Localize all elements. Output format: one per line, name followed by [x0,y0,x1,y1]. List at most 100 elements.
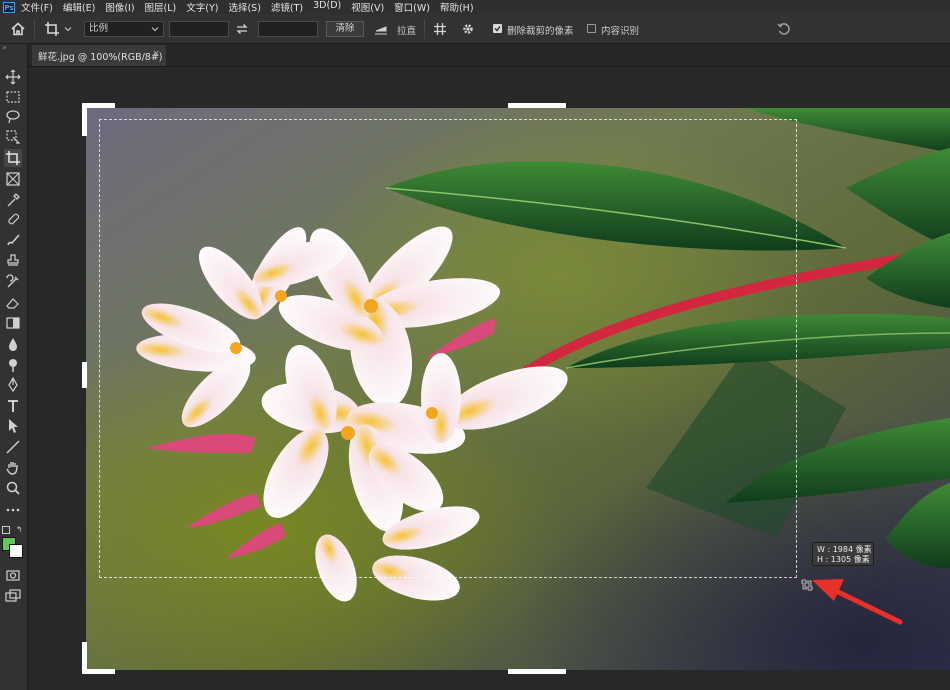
hand-tool[interactable] [4,459,22,477]
type-tool-icon [8,400,18,412]
default-colors-icon[interactable] [2,526,10,534]
quick-mask-button[interactable] [4,566,22,584]
crop-width-readout: W : 1984 像素 [817,545,872,554]
zoom-tool-icon [6,481,20,495]
background-color-swatch[interactable] [9,544,23,558]
swap-colors-icon[interactable]: ↰ [16,525,23,534]
path-select-tool-icon [9,419,18,433]
crop-tool-icon [6,151,20,165]
crop-handle-left-center[interactable] [82,362,87,388]
swap-dimensions-button[interactable] [236,14,248,43]
chevron-down-icon [151,27,159,32]
crop-handle-bottom-center[interactable] [508,669,566,674]
line-tool-icon [6,440,20,454]
crop-height-input[interactable] [258,21,318,37]
menu-item[interactable]: 图层(L) [145,0,177,14]
brush-tool-icon [7,234,20,246]
hand-tool-icon [6,462,18,475]
dodge-tool-icon [9,359,17,372]
crop-handle-top-left-v[interactable] [82,103,87,136]
crop-width-input[interactable] [169,21,229,37]
eraser-tool-icon [6,298,19,309]
crop-tool[interactable] [4,149,22,167]
grid-icon [434,22,446,35]
menu-item[interactable]: 帮助(H) [440,0,474,14]
document-tab-title: 鲜花.jpg @ 100%(RGB/8#) [38,51,163,63]
ratio-select[interactable]: 比例 [84,21,164,37]
content-aware-checkbox[interactable] [587,24,596,33]
lasso-tool-icon [6,110,20,124]
delete-cropped-checkbox[interactable] [493,24,502,33]
collapse-toolbar-icon[interactable]: » [2,43,7,52]
move-tool[interactable] [4,68,22,86]
brush-tool[interactable] [4,231,22,249]
clone-stamp-tool[interactable] [4,252,22,270]
menu-item[interactable]: 编辑(E) [63,0,95,14]
menu-list: 文件(F) 编辑(E) 图像(I) 图层(L) 文字(Y) 选择(S) 滤镜(T) 3D(D)… [21,0,484,14]
eraser-tool[interactable] [4,294,22,312]
pen-tool[interactable] [4,376,22,394]
toolbar: » ↰ [0,43,28,690]
checkmark-icon [494,26,501,32]
lasso-tool[interactable] [4,108,22,126]
home-icon [11,21,25,35]
swap-icon [236,23,248,34]
screen-mode-icon [5,589,21,602]
overlay-options-button[interactable] [433,14,447,43]
frame-tool[interactable] [4,170,22,188]
home-button[interactable] [10,14,26,43]
marquee-tool-icon [6,91,20,103]
marquee-tool[interactable] [4,88,22,106]
clone-stamp-tool-icon [7,254,19,266]
annotation-arrow-icon [812,579,903,625]
history-brush-tool[interactable] [4,273,22,291]
move-tool-icon [5,69,21,85]
eyedropper-tool[interactable] [4,191,22,209]
photoshop-logo: Ps [3,1,15,13]
document-tab[interactable]: 鲜花.jpg @ 100%(RGB/8#) × [32,45,166,66]
straighten-label: 拉直 [397,26,417,37]
reset-crop-button[interactable] [777,14,791,43]
dodge-tool[interactable] [4,356,22,374]
crop-settings-button[interactable] [461,14,475,43]
type-tool[interactable] [4,397,22,415]
options-bar: 比例 清除 拉直 删除裁剪的像素 内容识别 [0,14,950,44]
menu-item[interactable]: 滤镜(T) [271,0,303,14]
gradient-tool[interactable] [4,314,22,332]
ratio-select-value: 比例 [89,23,109,34]
blur-tool-icon [9,338,17,351]
line-tool[interactable] [4,438,22,456]
pen-tool-icon [8,376,18,393]
menu-item[interactable]: 选择(S) [228,0,260,14]
straighten-button[interactable] [373,14,389,43]
blur-tool[interactable] [4,335,22,353]
more-tools[interactable] [4,501,22,519]
menu-item[interactable]: 图像(I) [105,0,134,14]
menu-item[interactable]: 3D(D) [313,0,341,14]
crop-handle-bottom-left-v[interactable] [82,642,87,674]
healing-brush-tool-icon [8,213,20,225]
document-tab-bar: 鲜花.jpg @ 100%(RGB/8#) × [28,44,950,67]
clear-button[interactable]: 清除 [326,21,364,37]
more-tools-icon [6,508,20,512]
menu-item[interactable]: 窗口(W) [394,0,430,14]
crop-icon [45,21,59,36]
content-aware-label: 内容识别 [601,26,640,37]
menu-item[interactable]: 文字(Y) [186,0,218,14]
zoom-tool[interactable] [4,479,22,497]
delete-cropped-label: 删除裁剪的像素 [507,26,574,37]
undo-icon [777,22,790,35]
object-select-tool[interactable] [4,128,22,146]
quick-mask-icon [6,570,20,581]
menu-bar: Ps 文件(F) 编辑(E) 图像(I) 图层(L) 文字(Y) 选择(S) 滤镜(T) 3D… [0,0,950,14]
menu-item[interactable]: 视图(V) [351,0,384,14]
crop-preset-button[interactable] [44,14,72,43]
close-tab-icon[interactable]: × [152,49,160,59]
gradient-tool-icon [6,317,20,329]
path-select-tool[interactable] [4,417,22,435]
healing-brush-tool[interactable] [4,210,22,228]
menu-item[interactable]: 文件(F) [21,0,53,14]
screen-mode-button[interactable] [4,587,22,605]
crop-handle-top-center[interactable] [508,103,566,108]
chevron-down-icon [64,26,72,31]
